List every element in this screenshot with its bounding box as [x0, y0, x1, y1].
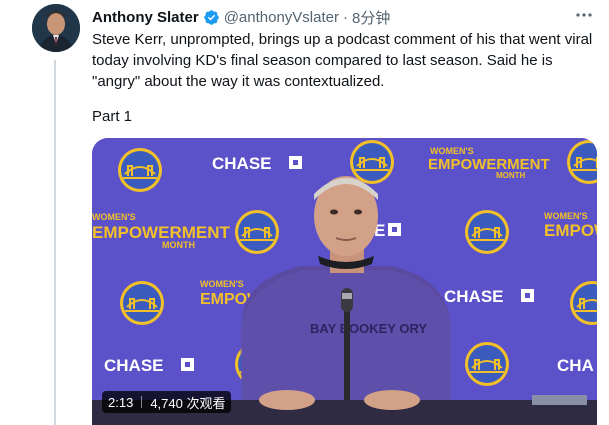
thread-line	[54, 60, 56, 425]
svg-text:MONTH: MONTH	[496, 171, 526, 180]
video-info-badge: 2:13 4,740 次观看	[102, 391, 232, 413]
svg-text:CHASE: CHASE	[212, 154, 272, 173]
warriors-logo	[464, 341, 510, 387]
separator-dot: ·	[342, 8, 348, 26]
warriors-logo	[117, 147, 163, 193]
svg-text:CHASE: CHASE	[444, 287, 504, 306]
tweet-header: Anthony Slater @anthonyVslater · 8分钟	[92, 6, 593, 28]
video-frame: CHASE WOMEN'S EMPOWERMENT MONTH WOMEN'S …	[92, 138, 597, 425]
svg-text:WOMEN'S: WOMEN'S	[430, 146, 474, 156]
hand	[364, 390, 420, 410]
author-handle[interactable]: @anthonyVslater	[224, 9, 339, 26]
warriors-logo	[464, 209, 510, 255]
badge-divider	[141, 396, 143, 408]
svg-text:EMPOWERMENT: EMPOWERMENT	[428, 156, 550, 173]
svg-text:WOMEN'S: WOMEN'S	[544, 211, 588, 221]
svg-text:CHASE: CHASE	[104, 356, 164, 375]
svg-text:CHA: CHA	[557, 356, 594, 375]
more-options-icon[interactable]	[575, 6, 593, 24]
warriors-logo	[234, 209, 280, 255]
warriors-logo	[119, 280, 165, 326]
timestamp[interactable]: 8分钟	[352, 7, 390, 28]
device	[532, 395, 587, 405]
avatar[interactable]	[32, 4, 80, 52]
part-label: Part 1	[92, 108, 133, 125]
warriors-logo	[349, 139, 395, 185]
svg-text:WOMEN'S: WOMEN'S	[92, 212, 136, 222]
hand	[259, 390, 315, 410]
video-duration: 2:13	[108, 394, 134, 410]
avatar-image	[32, 4, 80, 52]
svg-text:MONTH: MONTH	[162, 240, 195, 250]
tweet-text: Steve Kerr, unprompted, brings up a podc…	[92, 29, 597, 92]
video-views: 4,740 次观看	[150, 395, 226, 411]
author-name[interactable]: Anthony Slater	[92, 9, 199, 26]
svg-text:EMPOWERMENT: EMPOWERMENT	[544, 221, 597, 240]
video-player[interactable]: CHASE WOMEN'S EMPOWERMENT MONTH WOMEN'S …	[92, 138, 597, 425]
empowerment-logo: WOMEN'S EMPOWERMENT MONTH	[428, 146, 550, 180]
verified-badge-icon	[203, 9, 220, 26]
chase-logo: CHA	[557, 356, 594, 375]
svg-text:BAY BOOKEY ORY: BAY BOOKEY ORY	[310, 321, 427, 336]
tweet-body: Steve Kerr, unprompted, brings up a podc…	[92, 31, 593, 90]
svg-text:WOMEN'S: WOMEN'S	[200, 279, 244, 289]
